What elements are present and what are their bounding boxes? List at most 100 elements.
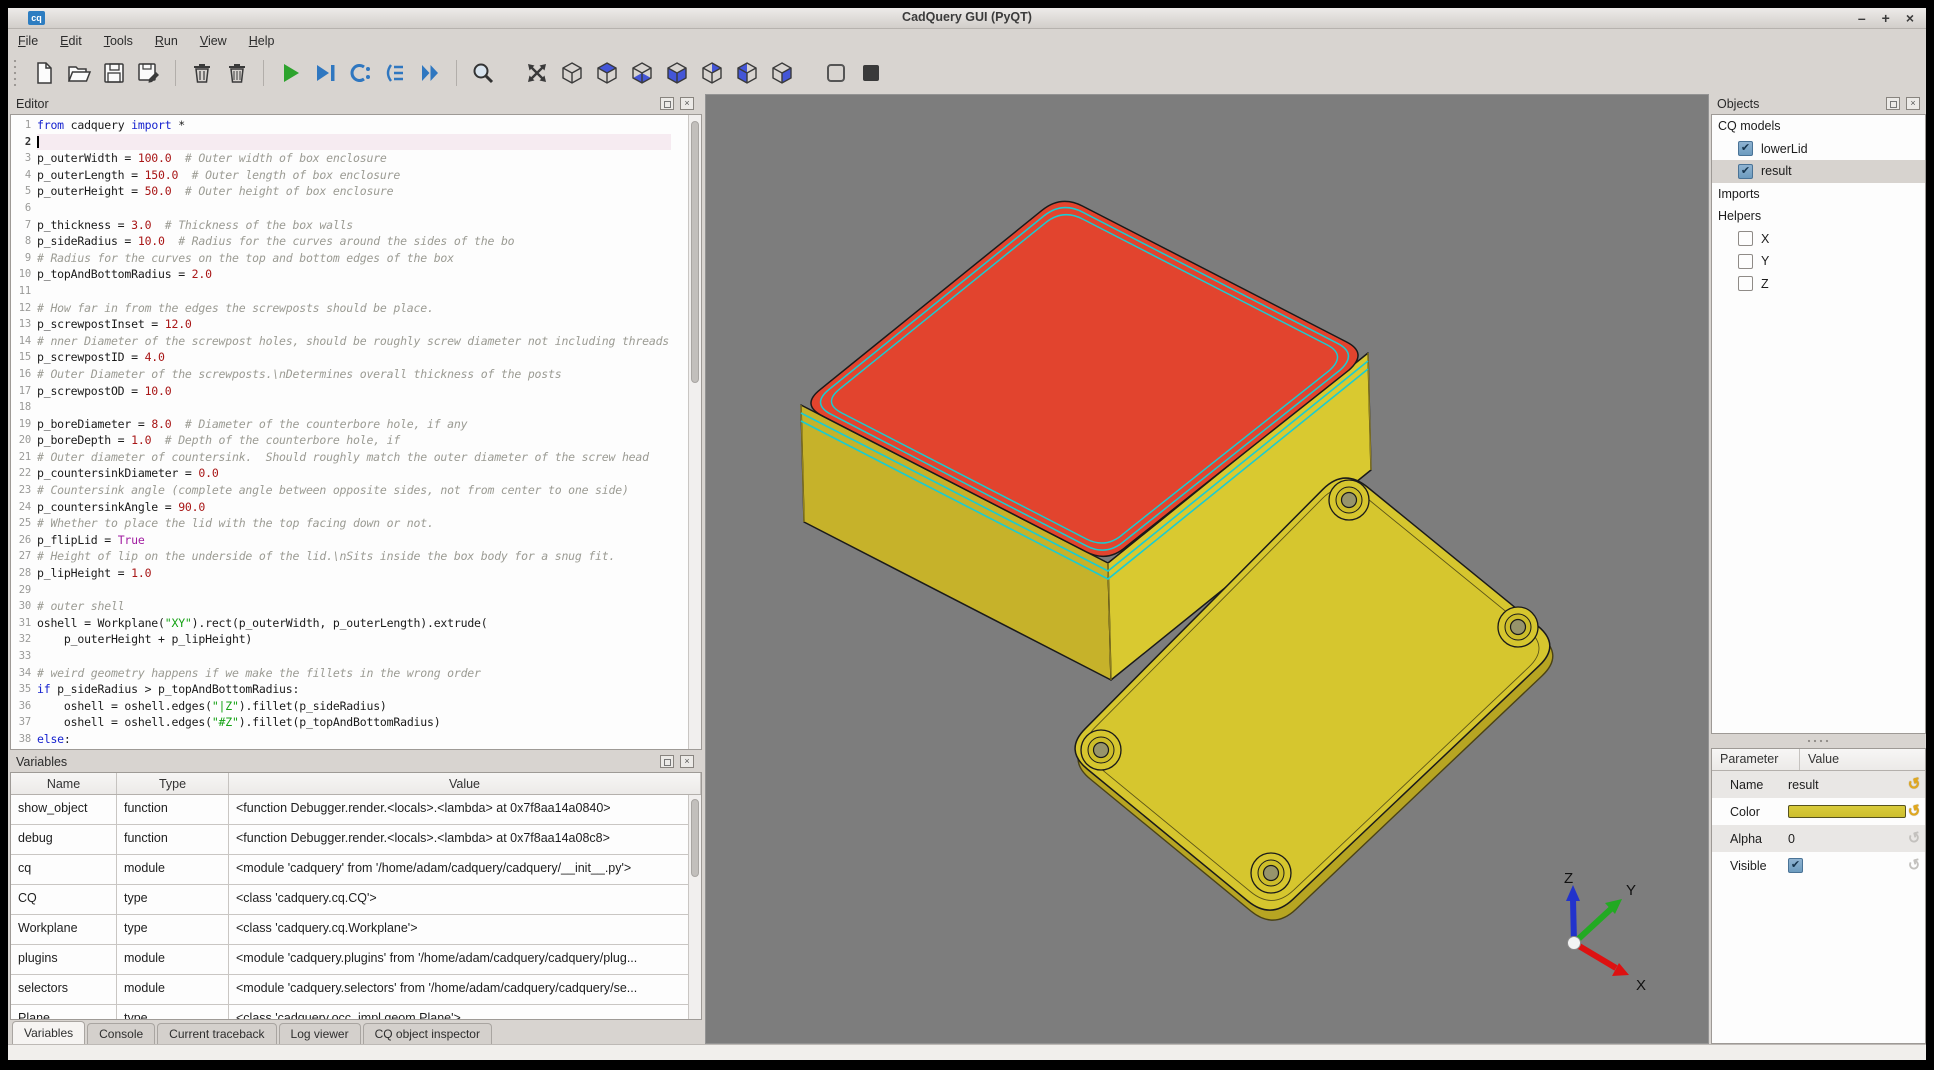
menu-tools[interactable]: Tools (104, 34, 133, 48)
line-text[interactable]: # Outer diameter of countersink. Should … (37, 449, 671, 466)
code-line-36[interactable]: 36 oshell = oshell.edges("|Z").fillet(p_… (11, 698, 671, 715)
variable-row-Plane[interactable]: Planetype<class 'cadquery.occ_impl.geom.… (11, 1005, 701, 1020)
line-text[interactable]: # Countersink angle (complete angle betw… (37, 482, 671, 499)
minimize-button[interactable]: – (1858, 8, 1866, 29)
visibility-checkbox[interactable]: ✔ (1738, 164, 1753, 179)
code-line-29[interactable]: 29 (11, 582, 671, 599)
objects-item-cq-models[interactable]: CQ models (1712, 115, 1925, 138)
line-text[interactable]: oshell = oshell.edges("#Z").fillet(p_top… (37, 748, 671, 750)
code-line-11[interactable]: 11 (11, 283, 671, 300)
line-text[interactable]: p_outerLength = 150.0 # Outer length of … (37, 167, 671, 184)
view-iso-button[interactable] (557, 58, 587, 88)
code-line-25[interactable]: 25# Whether to place the lid with the to… (11, 515, 671, 532)
maximize-button[interactable]: + (1882, 8, 1890, 29)
code-line-7[interactable]: 7p_thickness = 3.0 # Thickness of the bo… (11, 217, 671, 234)
line-text[interactable]: p_countersinkDiameter = 0.0 (37, 465, 671, 482)
code-line-8[interactable]: 8p_sideRadius = 10.0 # Radius for the cu… (11, 233, 671, 250)
search-button[interactable] (468, 58, 498, 88)
objects-close-button[interactable]: × (1906, 97, 1920, 110)
run-button[interactable] (275, 58, 305, 88)
code-editor[interactable]: 1from cadquery import *23p_outerWidth = … (10, 114, 702, 750)
menu-file[interactable]: File (18, 34, 38, 48)
code-line-20[interactable]: 20p_boreDepth = 1.0 # Depth of the count… (11, 432, 671, 449)
code-line-35[interactable]: 35if p_sideRadius > p_topAndBottomRadius… (11, 681, 671, 698)
code-line-26[interactable]: 26p_flipLid = True (11, 532, 671, 549)
objects-item-z[interactable]: Z (1712, 273, 1925, 296)
variables-float-button[interactable] (660, 755, 674, 768)
code-line-39[interactable]: 39 oshell = oshell.edges("#Z").fillet(p_… (11, 748, 671, 750)
editor-scrollbar-handle[interactable] (691, 121, 699, 383)
undo-icon[interactable]: ↺ (1906, 801, 1923, 822)
code-line-34[interactable]: 34# weird geometry happens if we make th… (11, 665, 671, 682)
code-line-24[interactable]: 24p_countersinkAngle = 90.0 (11, 499, 671, 516)
variable-row-CQ[interactable]: CQtype<class 'cadquery.cq.CQ'> (11, 885, 701, 915)
view-back-button[interactable] (697, 58, 727, 88)
variable-row-selectors[interactable]: selectorsmodule<module 'cadquery.selecto… (11, 975, 701, 1005)
editor-close-button[interactable]: × (680, 97, 694, 110)
line-text[interactable] (37, 582, 671, 599)
line-text[interactable] (37, 283, 671, 300)
view-right-button[interactable] (767, 58, 797, 88)
line-text[interactable]: # Outer Diameter of the screwposts.\nDet… (37, 366, 671, 383)
line-text[interactable]: oshell = oshell.edges("#Z").fillet(p_top… (37, 714, 671, 731)
objects-item-helpers[interactable]: Helpers (1712, 205, 1925, 228)
visibility-checkbox[interactable] (1738, 276, 1753, 291)
parameter-value[interactable]: result (1788, 778, 1925, 792)
visibility-checkbox[interactable]: ✔ (1738, 141, 1753, 156)
wireframe-mode-button[interactable] (821, 58, 851, 88)
code-line-33[interactable]: 33 (11, 648, 671, 665)
tab-console[interactable]: Console (87, 1023, 155, 1044)
line-text[interactable]: oshell = oshell.edges("|Z").fillet(p_sid… (37, 698, 671, 715)
shaded-mode-button[interactable] (856, 58, 886, 88)
tab-log-viewer[interactable]: Log viewer (279, 1023, 361, 1044)
objects-float-button[interactable] (1886, 97, 1900, 110)
line-text[interactable]: p_topAndBottomRadius = 2.0 (37, 266, 671, 283)
open-file-button[interactable] (64, 58, 94, 88)
line-text[interactable]: p_boreDiameter = 8.0 # Diameter of the c… (37, 416, 671, 433)
parameter-value[interactable]: 0 (1788, 832, 1925, 846)
delete-all-button[interactable] (222, 58, 252, 88)
color-swatch[interactable] (1788, 805, 1906, 818)
continue-button[interactable] (415, 58, 445, 88)
viewport-canvas[interactable]: Z Y X (706, 95, 1708, 1043)
menu-view[interactable]: View (200, 34, 227, 48)
code-line-13[interactable]: 13p_screwpostInset = 12.0 (11, 316, 671, 333)
code-line-21[interactable]: 21# Outer diameter of countersink. Shoul… (11, 449, 671, 466)
code-line-9[interactable]: 9# Radius for the curves on the top and … (11, 250, 671, 267)
code-line-6[interactable]: 6 (11, 200, 671, 217)
objects-item-x[interactable]: X (1712, 228, 1925, 251)
code-line-12[interactable]: 12# How far in from the edges the screwp… (11, 300, 671, 317)
line-text[interactable]: p_boreDepth = 1.0 # Depth of the counter… (37, 432, 671, 449)
line-text[interactable]: # nner Diameter of the screwpost holes, … (37, 333, 671, 350)
line-text[interactable] (37, 134, 671, 151)
menu-help[interactable]: Help (249, 34, 275, 48)
objects-item-lowerlid[interactable]: ✔lowerLid (1712, 138, 1925, 161)
tab-current-traceback[interactable]: Current traceback (157, 1023, 276, 1044)
save-button[interactable] (99, 58, 129, 88)
new-file-button[interactable] (29, 58, 59, 88)
line-text[interactable]: from cadquery import * (37, 117, 671, 134)
code-line-14[interactable]: 14# nner Diameter of the screwpost holes… (11, 333, 671, 350)
code-line-23[interactable]: 23# Countersink angle (complete angle be… (11, 482, 671, 499)
line-text[interactable]: p_screwpostInset = 12.0 (37, 316, 671, 333)
objects-item-imports[interactable]: Imports (1712, 183, 1925, 206)
line-text[interactable]: p_thickness = 3.0 # Thickness of the box… (37, 217, 671, 234)
line-text[interactable]: else: (37, 731, 671, 748)
line-text[interactable]: p_screwpostID = 4.0 (37, 349, 671, 366)
line-text[interactable]: p_outerWidth = 100.0 # Outer width of bo… (37, 150, 671, 167)
line-text[interactable]: # Radius for the curves on the top and b… (37, 250, 671, 267)
line-text[interactable]: p_outerHeight + p_lipHeight) (37, 631, 671, 648)
line-text[interactable]: if p_sideRadius > p_topAndBottomRadius: (37, 681, 671, 698)
variables-close-button[interactable]: × (680, 755, 694, 768)
code-line-17[interactable]: 17p_screwpostOD = 10.0 (11, 383, 671, 400)
line-text[interactable] (37, 648, 671, 665)
line-text[interactable]: p_outerHeight = 50.0 # Outer height of b… (37, 183, 671, 200)
title-bar[interactable]: cq CadQuery GUI (PyQT) – + × (8, 8, 1926, 29)
visibility-checkbox[interactable] (1738, 254, 1753, 269)
parameter-row-name[interactable]: Nameresult↺ (1712, 771, 1925, 798)
objects-item-y[interactable]: Y (1712, 250, 1925, 273)
right-splitter[interactable] (1711, 734, 1926, 748)
menu-edit[interactable]: Edit (60, 34, 82, 48)
code-line-4[interactable]: 4p_outerLength = 150.0 # Outer length of… (11, 167, 671, 184)
code-line-32[interactable]: 32 p_outerHeight + p_lipHeight) (11, 631, 671, 648)
